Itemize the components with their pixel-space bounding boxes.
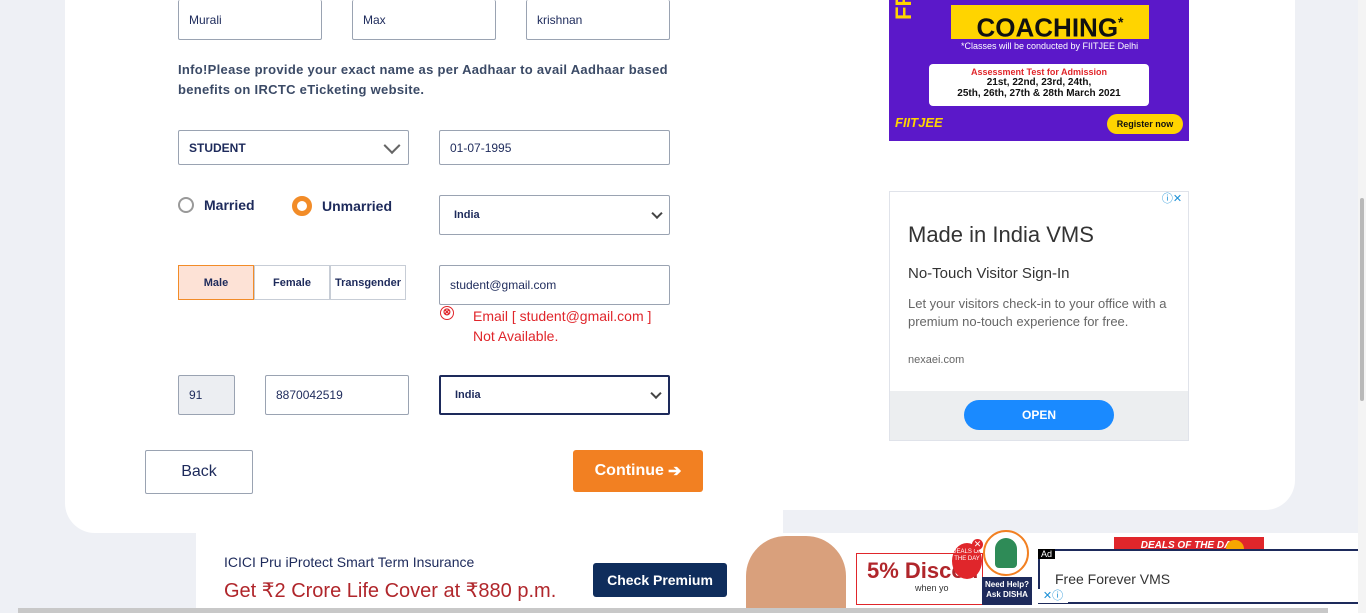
occupation-select[interactable]: STUDENT <box>178 130 409 165</box>
vms-domain: nexaei.com <box>908 354 965 366</box>
free-vms-ad[interactable]: Ad Free Forever VMS <box>1038 549 1360 604</box>
chevron-down-icon <box>651 207 663 220</box>
check-premium-button[interactable]: Check Premium <box>593 563 727 597</box>
radio-selected-icon <box>292 196 312 216</box>
ad-choices-icon[interactable]: ✕ⓘ <box>1038 589 1068 603</box>
last-name-input[interactable]: krishnan <box>526 0 670 40</box>
couple-image <box>746 536 846 611</box>
coaching-headline: COACHING <box>976 12 1119 43</box>
icici-ad-tagline: Get ₹2 Crore Life Cover at ₹880 p.m. <box>224 580 557 602</box>
middle-name-input[interactable]: Max <box>352 0 496 40</box>
help-label[interactable]: Need Help? Ask DISHA <box>982 577 1032 605</box>
vms-subtitle: No-Touch Visitor Sign-In <box>908 265 1070 282</box>
assessment-dates-2: 25th, 26th, 27th & 28th March 2021 <box>957 88 1121 99</box>
married-radio[interactable]: Married <box>178 197 255 213</box>
married-label: Married <box>204 197 255 213</box>
phone-code-input: 91 <box>178 375 235 415</box>
fiitjee-ad[interactable]: FRE COACHING* *Classes will be conducted… <box>889 0 1189 141</box>
chevron-down-icon <box>383 136 401 154</box>
promo-subtext: when yo <box>915 583 949 593</box>
open-button[interactable]: OPEN <box>964 400 1114 430</box>
dob-input[interactable]: 01-07-1995 <box>439 130 670 165</box>
continue-label: Continue <box>594 462 664 479</box>
ad-badge: FRE <box>891 0 917 20</box>
occupation-value: STUDENT <box>189 140 246 155</box>
ad-note: *Classes will be conducted by FIITJEE De… <box>961 41 1139 51</box>
vertical-scrollbar[interactable] <box>1358 0 1366 613</box>
unmarried-label: Unmarried <box>322 198 393 214</box>
icici-ad-title: ICICI Pru iProtect Smart Term Insurance <box>224 554 475 570</box>
assessment-box: Assessment Test for Admission 21st, 22nd… <box>929 64 1149 106</box>
aadhaar-info-text: Info!Please provide your exact name as p… <box>178 62 668 97</box>
country-select[interactable]: India <box>439 195 670 235</box>
vms-cta-area: OPEN <box>890 391 1188 440</box>
bottom-ad-bar[interactable]: ICICI Pru iProtect Smart Term Insurance … <box>196 530 1366 613</box>
gender-male-button[interactable]: Male <box>178 265 254 300</box>
email-error-text: Email [ student@gmail.com ] Not Availabl… <box>473 308 652 344</box>
gender-transgender-button[interactable]: Transgender <box>330 265 406 300</box>
register-now-button[interactable]: Register now <box>1107 114 1183 134</box>
first-name-input[interactable]: Murali <box>178 0 322 40</box>
ad-label: Ad <box>1038 549 1056 559</box>
unmarried-radio[interactable]: Unmarried <box>292 196 392 216</box>
back-button[interactable]: Back <box>145 450 253 494</box>
vms-body: Let your visitors check-in to your offic… <box>908 296 1167 329</box>
phone-number-input[interactable]: 8870042519 <box>265 375 409 415</box>
disha-avatar-icon <box>995 538 1017 568</box>
arrow-right-icon: ➔ <box>667 463 682 480</box>
country-value: India <box>454 209 480 221</box>
assessment-dates-1: 21st, 22nd, 23rd, 24th, <box>986 77 1092 88</box>
assessment-title: Assessment Test for Admission <box>970 67 1108 77</box>
ad-choices-icon[interactable]: ⓘ✕ <box>1158 192 1186 206</box>
scrollbar-thumb[interactable] <box>1360 198 1364 401</box>
nationality-value: India <box>455 389 481 401</box>
email-input[interactable]: student@gmail.com <box>439 265 670 305</box>
vms-title: Made in India VMS <box>908 222 1094 247</box>
fiitjee-logo: FIITJEE <box>895 115 943 130</box>
free-vms-text: Free Forever VMS <box>1055 571 1171 587</box>
coaching-banner: COACHING* <box>951 5 1149 43</box>
coaching-asterisk: * <box>1118 14 1124 30</box>
gender-female-button[interactable]: Female <box>254 265 330 300</box>
continue-button[interactable]: Continue ➔ <box>573 450 703 492</box>
horizontal-scrollbar[interactable] <box>18 608 1328 613</box>
close-ad-icon[interactable]: ✕ <box>972 539 983 550</box>
error-circle-icon: ⊗ <box>440 306 454 320</box>
nationality-select[interactable]: India <box>439 375 670 415</box>
chevron-down-icon <box>650 387 662 400</box>
vms-ad[interactable]: ⓘ✕ Made in India VMS No-Touch Visitor Si… <box>889 191 1189 441</box>
disha-avatar[interactable] <box>983 530 1029 576</box>
radio-circle-icon <box>178 197 194 213</box>
